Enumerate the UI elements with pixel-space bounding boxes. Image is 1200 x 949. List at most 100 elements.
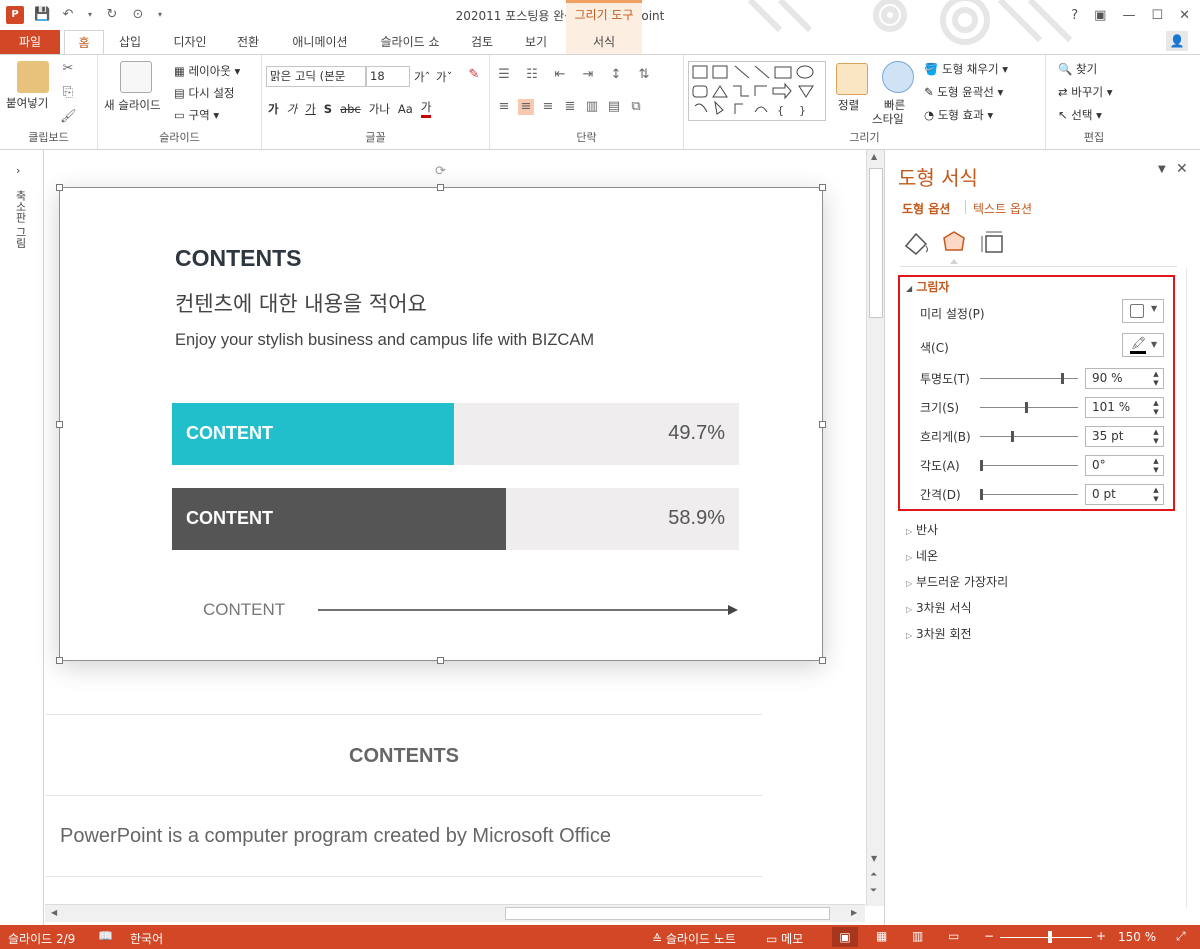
zoom-slider-track[interactable] [1000,937,1092,938]
tab-review[interactable]: 검토 [462,30,502,54]
next-slide-icon[interactable]: ⏷ [870,886,877,896]
undo-icon[interactable]: ↶ [60,7,76,23]
quick-styles-button-line2[interactable]: 스타일 [872,111,904,127]
param-slider-thumb[interactable] [1025,402,1028,413]
param-spinner[interactable]: 0° ▲ ▼ [1085,455,1164,476]
text-direction-icon[interactable]: ⇅ [636,67,652,83]
columns-icon[interactable]: ▤ [606,99,622,115]
expand-thumbnails-icon[interactable]: › [16,164,20,177]
char-spacing-button[interactable]: 가나 [369,101,390,117]
spinner-arrows-icon[interactable]: ▲ ▼ [1151,370,1161,388]
new-slide-button[interactable]: 새 슬라이드 [104,97,161,113]
tab-view[interactable]: 보기 [516,30,556,54]
customize-qat-icon[interactable]: ▾ [156,7,164,23]
copy-icon[interactable]: ⎘ [60,85,76,101]
decrease-indent-icon[interactable]: ⇤ [552,67,568,83]
find-button[interactable]: 🔍 찾기 [1058,61,1097,77]
paste-icon[interactable] [17,61,49,93]
redo-icon[interactable]: ↻ [104,7,120,23]
reading-view-icon[interactable]: ▥ [912,929,923,943]
selection-handle[interactable] [437,184,444,191]
language-indicator[interactable]: 한국어 [130,930,163,947]
normal-view-icon[interactable]: ▣ [832,927,858,947]
grow-font-icon[interactable]: 가ˆ [414,69,430,85]
shadow-text-icon[interactable]: S [324,102,332,116]
smartart-icon[interactable]: ⧉ [628,99,644,115]
section-button[interactable]: ▭ 구역 ▾ [174,107,219,123]
save-icon[interactable]: 💾 [34,7,50,23]
shrink-font-icon[interactable]: 가ˇ [436,69,452,85]
maximize-button[interactable]: ☐ [1151,8,1163,23]
color-dropdown[interactable]: 🖍 ▼ [1122,333,1164,357]
shape-fill-button[interactable]: 🪣 도형 채우기 ▾ [924,61,1008,77]
section-soft-edges[interactable]: ▷ 부드러운 가장자리 [906,573,1008,590]
account-avatar-icon[interactable]: 👤 [1166,31,1188,51]
ribbon-display-button[interactable]: ▣ [1094,8,1106,23]
clear-formatting-icon[interactable]: ✎ [466,67,482,83]
progress-bar-track[interactable]: CONTENT 58.9% [172,488,739,550]
paste-button[interactable]: 붙여넣기 [6,95,48,111]
shape-outline-button[interactable]: ✎ 도형 윤곽선 ▾ [924,84,1003,100]
scroll-left-icon[interactable]: ◀ [51,908,57,917]
param-slider-thumb[interactable] [980,460,983,471]
bold-icon[interactable]: 가 [268,101,279,117]
scrollbar-thumb[interactable] [505,907,830,920]
selection-handle[interactable] [56,184,63,191]
tab-animations[interactable]: 애니메이션 [282,30,358,54]
tab-shape-options[interactable]: 도형 옵션 [902,200,950,217]
section-glow[interactable]: ▷ 네온 [906,547,938,564]
preset-dropdown[interactable]: ▼ [1122,299,1164,323]
horizontal-scrollbar[interactable]: ◀ ▶ [45,904,865,922]
quick-styles-icon[interactable] [882,61,914,93]
increase-indent-icon[interactable]: ⇥ [580,67,596,83]
spelling-icon[interactable]: 📖 [98,929,113,943]
pane-options-icon[interactable]: ▼ [1158,164,1166,175]
spinner-arrows-icon[interactable]: ▲ ▼ [1151,486,1161,504]
chevron-down-icon[interactable]: ▾ [86,7,94,23]
slide-sorter-icon[interactable]: ▦ [876,929,887,943]
param-spinner[interactable]: 90 % ▲ ▼ [1085,368,1164,389]
scroll-right-icon[interactable]: ▶ [851,908,857,917]
zoom-out-icon[interactable]: − [984,929,994,943]
font-size-combo[interactable]: 18 [366,66,410,87]
vertical-scrollbar[interactable]: ▲ ▼ ⏶ ⏷ [866,150,884,906]
section-reflection[interactable]: ▷ 반사 [906,521,938,538]
slide-tagline[interactable]: Enjoy your stylish business and campus l… [175,331,594,350]
shape-effects-button[interactable]: ◔ 도형 효과 ▾ [924,107,993,123]
zoom-slider-thumb[interactable] [1048,931,1052,943]
spinner-arrows-icon[interactable]: ▲ ▼ [1151,457,1161,475]
arrow-label[interactable]: CONTENT [203,600,285,620]
scrollbar-thumb[interactable] [869,168,883,318]
change-case-button[interactable]: Aa [398,102,413,116]
tab-text-options[interactable]: 텍스트 옵션 [973,200,1032,217]
underline-icon[interactable]: 가 [305,101,316,117]
justify-icon[interactable]: ≣ [562,99,578,115]
close-button[interactable]: ✕ [1179,8,1190,23]
param-slider-track[interactable] [980,465,1078,466]
font-name-combo[interactable]: 맑은 고딕 (본문 [266,66,366,87]
param-slider-track[interactable] [980,436,1078,437]
minimize-button[interactable]: — [1122,8,1135,23]
arrow-line[interactable] [318,602,742,618]
slide-subheading[interactable]: 컨텐츠에 대한 내용을 적어요 [175,288,427,318]
spinner-arrows-icon[interactable]: ▲ ▼ [1151,428,1161,446]
effects-icon[interactable] [943,231,965,264]
arrange-icon[interactable] [836,63,868,95]
shapes-gallery[interactable]: {} [688,61,826,121]
fill-line-icon[interactable] [904,232,928,256]
selection-handle[interactable] [56,657,63,664]
comments-button[interactable]: ▭ 메모 [766,930,803,947]
selection-handle[interactable] [819,421,826,428]
rotate-handle-icon[interactable]: ⟳ [435,164,446,179]
layout-button[interactable]: ▦ 레이아웃 ▾ [174,63,240,79]
italic-icon[interactable]: 가 [287,101,298,117]
param-slider-track[interactable] [980,407,1078,408]
zoom-in-icon[interactable]: + [1096,929,1106,943]
pane-scrollbar[interactable] [1186,268,1187,908]
slide-indicator[interactable]: 슬라이드 2/9 [8,930,75,947]
scroll-up-icon[interactable]: ▲ [871,152,877,161]
new-slide-icon[interactable] [120,61,152,93]
arrange-button[interactable]: 정렬 [838,97,859,113]
param-slider-thumb[interactable] [980,489,983,500]
format-painter-icon[interactable]: 🖌 [60,109,77,125]
